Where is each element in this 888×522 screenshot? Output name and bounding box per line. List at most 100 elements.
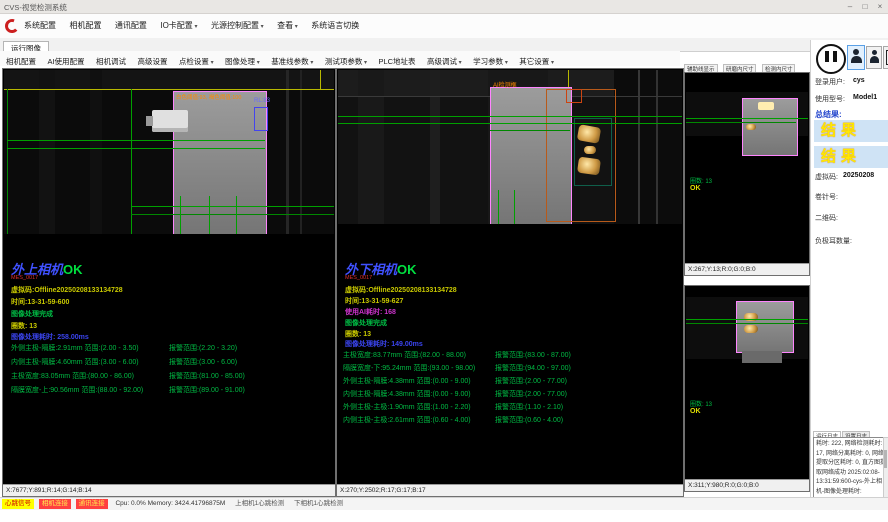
maximize-button[interactable]: □ xyxy=(858,1,872,12)
baseline-green-left xyxy=(7,89,8,234)
center-info-done: 图像处理完成 xyxy=(345,318,387,328)
user-manage-button[interactable] xyxy=(866,46,882,69)
tab-glint xyxy=(746,124,756,130)
negative-tab-count-label: 负极耳数量: xyxy=(815,236,852,246)
window-title: CVS-视觉检测系统 xyxy=(4,2,67,13)
user-icon xyxy=(872,50,877,55)
center-camera-image[interactable]: AI检测框 xyxy=(338,70,682,224)
measure-line-green xyxy=(131,214,334,215)
menu-bar: 系统配置 相机配置 通讯配置 IO卡配置 光源控制配置 查看 系统语言切换 xyxy=(0,14,888,39)
menu-item-system-config[interactable]: 系统配置 xyxy=(24,14,56,38)
camera-link-status-badge: 相机连接 xyxy=(39,499,71,509)
tool-plc-table[interactable]: PLC地址表 xyxy=(378,54,415,69)
tool-advanced-settings[interactable]: 高级设置 xyxy=(137,54,167,69)
bottom-camera-heartbeat-text: 下相机1心跳检测 xyxy=(294,498,343,510)
tool-ai-config[interactable]: AI使用配置 xyxy=(47,54,84,69)
center-measure-row: 内侧主极-主极:2.61mm 范围:(0.60 - 4.00) xyxy=(343,415,471,425)
center-alarm-row: 报警范围:(94.00 - 97.00) xyxy=(495,363,571,373)
tab-glint xyxy=(744,325,758,333)
sidebar: → 登录用户: cys 使用型号: Model1 总结果: 结果 结果 虚拟码:… xyxy=(810,40,888,510)
pause-icon xyxy=(825,51,829,62)
machine-streak xyxy=(90,70,102,234)
left-measure-row: 内侧主极-隔膜:4.60mm 范围:(3.00 - 6.00) xyxy=(11,357,139,367)
minimize-button[interactable]: – xyxy=(843,1,857,12)
left-info-elapsed: 图像处理耗时: 258.00ms xyxy=(11,332,89,342)
baseline-yellow-v xyxy=(320,70,321,89)
user-icon xyxy=(870,56,879,63)
machine-bright-line xyxy=(638,70,640,224)
blue-measure-box xyxy=(254,107,268,131)
menu-item-light-config[interactable]: 光源控制配置 xyxy=(211,14,264,39)
measure-line-green-v xyxy=(514,190,515,224)
center-measure-row: 外侧主极-主极:1.90mm 范围:(1.00 - 2.20) xyxy=(343,402,471,412)
current-user-button[interactable] xyxy=(847,45,865,70)
center-measure-row: 隔膜宽度-下:95.24mm 范围:(93.00 - 98.00) xyxy=(343,363,475,373)
menu-item-view[interactable]: 查看 xyxy=(277,14,298,39)
right-bottom-camera-image[interactable]: 圈数: 13 OK xyxy=(686,287,808,479)
pause-button[interactable] xyxy=(816,44,846,74)
machine-dark-zone xyxy=(614,70,682,224)
baseline-yellow-h xyxy=(4,89,334,90)
center-alarm-row: 报警范围:(0.60 - 4.00) xyxy=(495,415,563,425)
virtual-code-label: 虚拟码: xyxy=(815,172,838,182)
virtual-code-value: 20250208 xyxy=(843,172,874,179)
title-bar: CVS-视觉检测系统 – □ × xyxy=(0,0,888,14)
connector-part xyxy=(152,110,188,132)
login-user-label: 登录用户: xyxy=(815,77,845,87)
left-info-done: 图像处理完成 xyxy=(11,309,53,319)
result-badge-top: 结果 xyxy=(814,120,888,142)
measure-line-green xyxy=(686,118,808,119)
toolbar: 相机配置 AI使用配置 相机调试 高级设置 点检设置 图像处理 基准线参数 测试… xyxy=(0,51,680,66)
right-panel-tabs: 辅助线显示 研磨内尺寸 检测内尺寸 xyxy=(684,58,810,71)
measure-line-green xyxy=(338,123,682,124)
app-logo-icon xyxy=(4,18,20,39)
left-info-turns: 圈数: 13 xyxy=(11,321,37,331)
menu-item-language-switch[interactable]: 系统语言切换 xyxy=(311,14,359,38)
machine-streak xyxy=(286,70,289,234)
measure-line-green xyxy=(686,319,808,320)
center-alarm-row: 报警范围:(83.00 - 87.00) xyxy=(495,350,571,360)
small-detect-box xyxy=(566,89,582,103)
threshold-overlay-label: 白色阈值:93, 褐色阈值:100 xyxy=(176,93,241,101)
connector-tip xyxy=(146,116,153,126)
tool-camera-config[interactable]: 相机配置 xyxy=(6,54,36,69)
left-alarm-row: 报警范围:(2.20 - 3.20) xyxy=(169,343,237,353)
login-user-value: cys xyxy=(853,77,865,84)
right-bottom-camera-panel: 圈数: 13 OK X:311;Y:980;R:0;G:0;B:0 xyxy=(684,285,810,492)
menu-item-camera-config[interactable]: 相机配置 xyxy=(69,14,101,38)
machine-streak xyxy=(358,70,384,224)
machine-streak xyxy=(39,70,55,234)
right-bottom-pixel-readout: X:311;Y:980;R:0;G:0;B:0 xyxy=(685,479,809,491)
exit-button[interactable]: → xyxy=(883,46,888,69)
tab-strip: 运行图像 xyxy=(0,38,888,52)
needle-number-label: 卷针号: xyxy=(815,192,838,202)
center-pixel-readout: X:270;Y:2502;R:17;G:17;B:17 xyxy=(337,484,683,496)
cpu-memory-readout: Cpu: 0.0% Memory: 3424.41796875M xyxy=(115,498,225,510)
center-alarm-row: 报警范围:(2.00 - 77.00) xyxy=(495,376,567,386)
close-button[interactable]: × xyxy=(873,1,887,12)
measure-line-green xyxy=(686,323,808,324)
center-measure-row: 内侧主极-隔膜:4.38mm 范围:(0.00 - 9.00) xyxy=(343,389,471,399)
qr-code-label: 二维码: xyxy=(815,213,838,223)
status-bar: 心跳信号 相机连接 通讯连接 Cpu: 0.0% Memory: 3424.41… xyxy=(0,497,888,510)
ai-detect-label: AI检测框 xyxy=(493,80,517,89)
machine-streak xyxy=(430,70,440,224)
right-top-overlay-turns: 圈数: 13 xyxy=(690,176,712,185)
measure-line-green-v xyxy=(498,190,499,224)
tool-camera-debug[interactable]: 相机调试 xyxy=(96,54,126,69)
log-scrollbar-thumb[interactable] xyxy=(884,450,887,468)
menu-item-comm-config[interactable]: 通讯配置 xyxy=(115,14,147,38)
center-camera-status: OK xyxy=(397,262,417,277)
menu-item-io-config[interactable]: IO卡配置 xyxy=(160,14,197,39)
right-top-camera-image[interactable]: 圈数: 13 OK xyxy=(686,74,808,263)
measure-line-green xyxy=(7,140,265,141)
comm-link-status-badge: 通讯连接 xyxy=(76,499,108,509)
center-info-ai-time: 使用AI耗时: 168 xyxy=(345,307,396,317)
measure-line-green-v xyxy=(180,196,181,234)
measure-line-green xyxy=(686,122,796,123)
left-info-time: 时间:13-31-59-600 xyxy=(11,297,69,307)
center-alarm-row: 报警范围:(1.10 - 2.10) xyxy=(495,402,563,412)
center-info-time: 时间:13-31-59-627 xyxy=(345,296,403,306)
right-bottom-overlay-turns: 圈数: 13 xyxy=(690,399,712,408)
left-camera-image[interactable]: 白色阈值:93, 褐色阈值:100 RL:83 xyxy=(4,70,334,234)
